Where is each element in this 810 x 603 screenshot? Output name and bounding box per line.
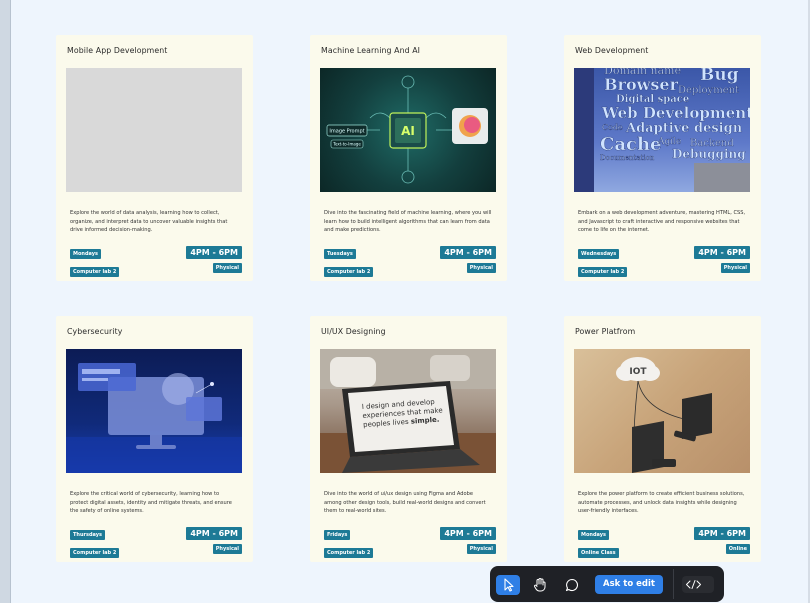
course-description: Explore the power platform to create eff…: [578, 491, 745, 515]
ai-chip-image: AI Image Prompt Text-to-Image: [320, 68, 496, 192]
hand-icon[interactable]: [528, 575, 552, 595]
time-badge: 4PM - 6PM: [440, 246, 496, 259]
svg-text:Browser: Browser: [604, 75, 679, 94]
laptop-photo-image: I design and develop experiences that ma…: [320, 349, 496, 473]
course-title: Web Development: [575, 46, 649, 55]
day-badge: Tuesdays: [324, 249, 356, 259]
course-card-cybersecurity[interactable]: Cybersecurity Explore the critical world…: [56, 316, 253, 562]
room-badge: Computer lab 2: [324, 267, 374, 277]
mode-badge: Physical: [720, 263, 750, 273]
mode-badge: Online: [725, 544, 750, 554]
day-badge: Mondays: [578, 530, 610, 540]
ai-chip-label: AI: [401, 124, 415, 138]
select-cursor-icon[interactable]: [496, 575, 520, 595]
svg-text:Web Development: Web Development: [601, 104, 750, 122]
time-badge: 4PM - 6PM: [694, 246, 750, 259]
iot-devices-image: IOT: [574, 349, 750, 473]
course-title: Machine Learning And AI: [321, 46, 421, 55]
web-development-word-cloud-image: Domain name Bug Browser Deployment Digit…: [574, 68, 750, 192]
iot-cloud-label: IOT: [629, 367, 647, 377]
window-left-border: [0, 0, 11, 603]
time-badge: 4PM - 6PM: [186, 246, 242, 259]
floating-toolbar: Ask to edit: [490, 566, 724, 602]
mode-badge: Physical: [466, 263, 496, 273]
course-description: Explore the world of data analysis, lear…: [70, 210, 228, 234]
time-badge: 4PM - 6PM: [440, 527, 496, 540]
time-badge: 4PM - 6PM: [186, 527, 242, 540]
svg-text:Agile: Agile: [657, 137, 681, 147]
course-description: Explore the critical world of cybersecur…: [70, 491, 232, 515]
svg-text:Cache: Cache: [600, 134, 662, 155]
course-card-mobile-app[interactable]: Mobile App Development Explore the world…: [56, 35, 253, 281]
ask-to-edit-button[interactable]: Ask to edit: [595, 575, 663, 594]
code-icon[interactable]: [682, 576, 714, 593]
room-badge: Computer lab 2: [578, 267, 628, 277]
cybersecurity-monitor-image: [66, 349, 242, 473]
svg-text:Code: Code: [602, 123, 623, 132]
course-description: Dive into the world of ui/ux design usin…: [324, 491, 486, 515]
day-badge: Wednesdays: [578, 249, 620, 259]
mode-badge: Physical: [212, 544, 242, 554]
course-card-machine-learning[interactable]: Machine Learning And AI AI Image Prompt …: [310, 35, 507, 281]
room-badge: Computer lab 2: [70, 267, 120, 277]
svg-text:Debugging: Debugging: [672, 147, 746, 161]
day-badge: Mondays: [70, 249, 102, 259]
comment-icon[interactable]: [560, 575, 584, 595]
mode-badge: Physical: [466, 544, 496, 554]
course-title: Mobile App Development: [67, 46, 168, 55]
room-badge: Online Class: [578, 548, 619, 558]
course-title: Power Platfrom: [575, 327, 636, 336]
time-badge: 4PM - 6PM: [694, 527, 750, 540]
svg-text:Documentation: Documentation: [600, 154, 655, 162]
course-image-placeholder: [66, 68, 242, 192]
course-title: UI/UX Designing: [321, 327, 386, 336]
course-description: Dive into the fascinating field of machi…: [324, 210, 492, 234]
day-badge: Fridays: [324, 530, 351, 540]
svg-text:Bug: Bug: [700, 68, 739, 85]
room-badge: Computer lab 2: [324, 548, 374, 558]
text-to-image-label: Text-to-Image: [332, 142, 361, 147]
course-card-ui-ux[interactable]: UI/UX Designing I design and develop exp…: [310, 316, 507, 562]
mode-badge: Physical: [212, 263, 242, 273]
day-badge: Thursdays: [70, 530, 106, 540]
course-card-web-development[interactable]: Web Development Domain name Bug Browser …: [564, 35, 761, 281]
image-prompt-label: Image Prompt: [329, 129, 364, 135]
room-badge: Computer lab 2: [70, 548, 120, 558]
course-card-power-platform[interactable]: Power Platfrom IOT Explore the power pla…: [564, 316, 761, 562]
course-description: Embark on a web development adventure, m…: [578, 210, 746, 234]
course-title: Cybersecurity: [67, 327, 123, 336]
toolbar-divider: [673, 569, 674, 599]
